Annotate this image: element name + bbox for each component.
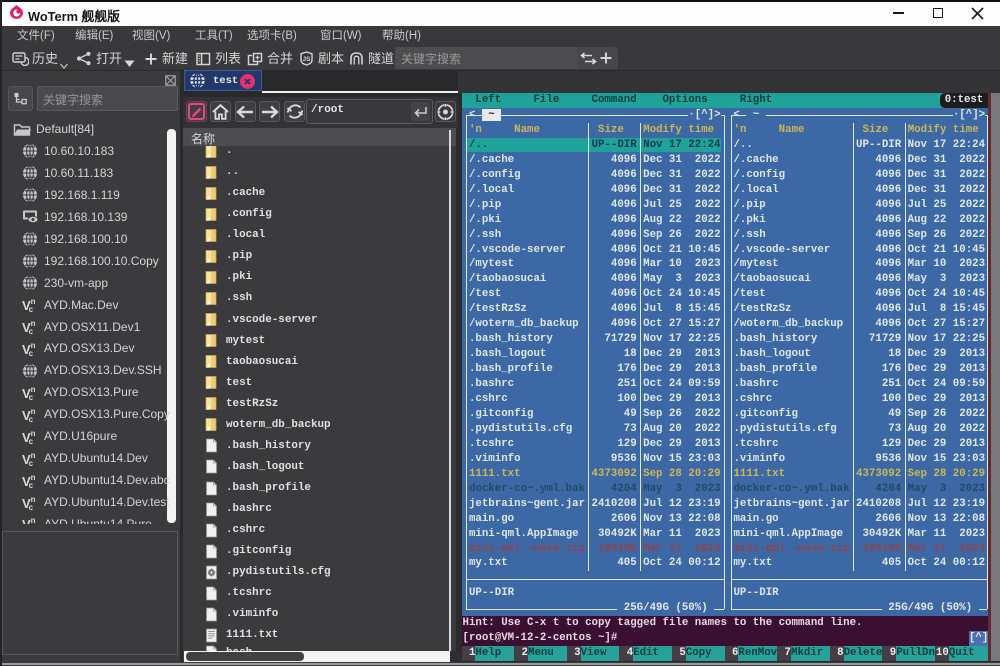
svg-text:JS: JS — [303, 56, 312, 63]
